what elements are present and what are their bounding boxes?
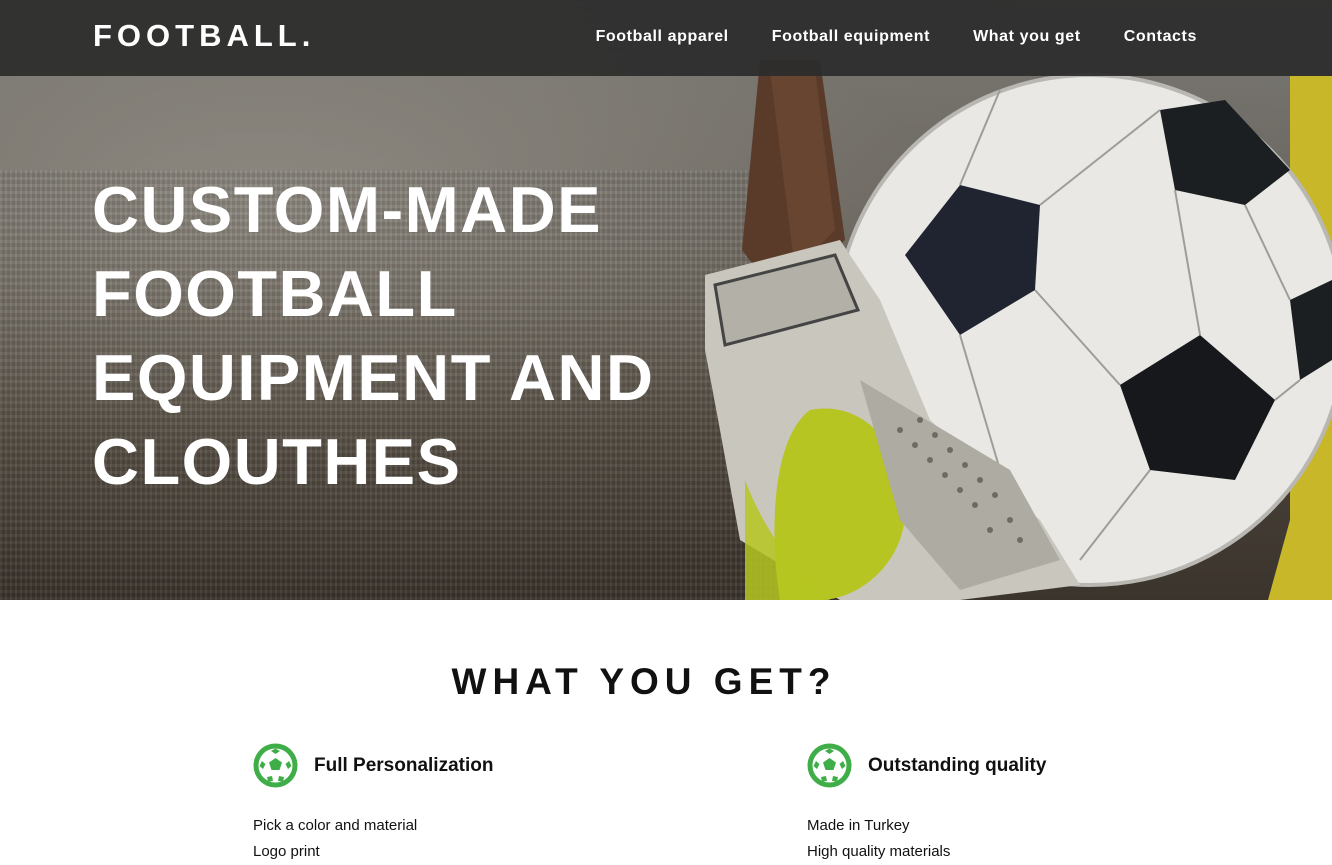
feature-list-item: Logo print — [253, 843, 320, 860]
feature-header: Full Personalization — [253, 743, 733, 788]
feature-outstanding-quality: Outstanding quality Made in Turkey High … — [807, 743, 1287, 865]
feature-list-item: High quality materials — [807, 843, 951, 860]
hero-section: CUSTOM-MADE FOOTBALL EQUIPMENT AND CLOUT… — [0, 0, 1332, 600]
feature-title: Full Personalization — [314, 754, 494, 776]
nav-item-contacts[interactable]: Contacts — [1124, 26, 1197, 48]
feature-list-item: Made in Turkey — [807, 817, 910, 834]
section-title-what-you-get: WHAT YOU GET? — [451, 661, 837, 702]
brand-logo[interactable]: FOOTBALL. — [93, 18, 315, 54]
soccer-ball-icon — [807, 743, 852, 788]
feature-title: Outstanding quality — [868, 754, 1047, 776]
feature-full-personalization: Full Personalization Pick a color and ma… — [253, 743, 733, 865]
top-navbar: FOOTBALL. Football apparel Football equi… — [0, 0, 1332, 76]
nav-item-what-you-get[interactable]: What you get — [973, 26, 1081, 48]
hero-title: CUSTOM-MADE FOOTBALL EQUIPMENT AND CLOUT… — [92, 173, 655, 498]
nav-item-football-equipment[interactable]: Football equipment — [772, 26, 930, 48]
main-nav: Football apparel Football equipment What… — [553, 26, 1197, 48]
feature-list: Made in Turkey High quality materials — [807, 813, 1287, 865]
nav-item-football-apparel[interactable]: Football apparel — [596, 26, 729, 48]
feature-header: Outstanding quality — [807, 743, 1287, 788]
soccer-ball-icon — [253, 743, 298, 788]
feature-list-item: Pick a color and material — [253, 817, 418, 834]
feature-list: Pick a color and material Logo print — [253, 813, 733, 865]
